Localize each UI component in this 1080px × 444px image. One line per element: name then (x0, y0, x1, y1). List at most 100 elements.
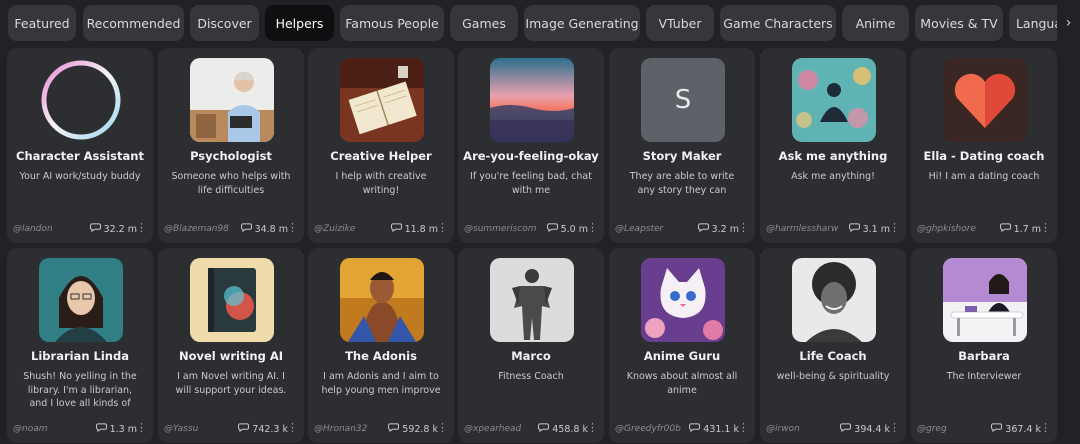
character-name[interactable]: Character Assistant (11, 149, 149, 163)
character-card-the-adonis[interactable]: The Adonis I am Adonis and I aim to help … (308, 248, 454, 443)
character-card-ask-me-anything[interactable]: Ask me anything Ask me anything! @harmless… (760, 48, 906, 243)
character-card-are-you-feeling-okay[interactable]: Are-you-feeling-okay If you're feeling ba… (458, 48, 604, 243)
character-name[interactable]: Marco (462, 349, 600, 363)
character-name[interactable]: Are-you-feeling-okay (462, 149, 600, 163)
more-options-icon[interactable]: ⋮ (287, 222, 298, 234)
avatar[interactable] (190, 258, 274, 342)
author-handle[interactable]: @landon (13, 224, 53, 234)
avatar[interactable] (340, 58, 424, 142)
avatar[interactable] (490, 258, 574, 342)
chat-count: 34.8 m (240, 223, 288, 235)
tab-anime[interactable]: Anime (842, 5, 909, 41)
tab-game-characters[interactable]: Game Characters (720, 5, 836, 41)
author-handle[interactable]: @ghpkishore (917, 224, 976, 234)
character-card-barbara[interactable]: Barbara The Interviewer @greg 367.4 k ⋮ (911, 248, 1057, 443)
character-name[interactable]: Barbara (915, 349, 1053, 363)
avatar[interactable] (340, 258, 424, 342)
character-name[interactable]: Anime Guru (613, 349, 751, 363)
author-handle[interactable]: @Leapster (615, 224, 663, 234)
chat-count: 3.1 m (848, 223, 890, 235)
avatar[interactable] (490, 58, 574, 142)
more-options-icon[interactable]: ⋮ (889, 422, 900, 434)
character-card-psychologist[interactable]: Psychologist Someone who helps with life … (158, 48, 304, 243)
character-name[interactable]: Ella - Dating coach (915, 149, 1053, 163)
author-handle[interactable]: @xpearhead (464, 424, 521, 434)
more-options-icon[interactable]: ⋮ (1040, 422, 1051, 434)
character-card-anime-guru[interactable]: Anime Guru Knows about almost all anime @G… (609, 248, 755, 443)
character-card-story-maker[interactable]: S Story Maker They are able to write any s… (609, 48, 755, 243)
tab-vtuber[interactable]: VTuber (646, 5, 714, 41)
avatar[interactable]: S (641, 58, 725, 142)
more-options-icon[interactable]: ⋮ (437, 222, 448, 234)
more-options-icon[interactable]: ⋮ (136, 422, 147, 434)
author-handle[interactable]: @Hronan32 (314, 424, 367, 434)
tab-discover[interactable]: Discover (190, 5, 259, 41)
character-card-marco[interactable]: Marco Fitness Coach @xpearhead 458.8 k ⋮ (458, 248, 604, 443)
more-options-icon[interactable]: ⋮ (136, 222, 147, 234)
chat-count-value: 394.4 k (854, 423, 890, 435)
character-card-librarian-linda[interactable]: Librarian Linda Shush! No yelling in the … (7, 248, 153, 443)
more-options-icon[interactable]: ⋮ (738, 422, 749, 434)
character-name[interactable]: Psychologist (162, 149, 300, 163)
tab-games[interactable]: Games (450, 5, 518, 41)
avatar[interactable] (943, 258, 1027, 342)
character-description: If you're feeling bad, chat with me (470, 171, 592, 196)
more-options-icon[interactable]: ⋮ (738, 222, 749, 234)
tab-featured[interactable]: Featured (8, 5, 76, 41)
chat-count-value: 592.8 k (402, 423, 438, 435)
character-card-novel-writing-ai[interactable]: Novel writing AI I am Novel writing AI. I… (158, 248, 304, 443)
author-handle[interactable]: @Zuizike (314, 224, 355, 234)
author-handle[interactable]: @summeriscom (464, 224, 537, 234)
tab-image-generating[interactable]: Image Generating (524, 5, 640, 41)
character-description: The Interviewer (946, 371, 1022, 382)
more-options-icon[interactable]: ⋮ (889, 222, 900, 234)
scroll-right-arrow-icon[interactable]: › (1057, 5, 1080, 41)
avatar[interactable] (39, 258, 123, 342)
character-card-life-coach[interactable]: Life Coach well-being & spirituality @irwo… (760, 248, 906, 443)
author-handle[interactable]: @harmlessharw (766, 224, 838, 234)
author-handle[interactable]: @irwon (766, 424, 800, 434)
chat-bubble-icon (991, 423, 1003, 435)
avatar[interactable] (641, 258, 725, 342)
more-options-icon[interactable]: ⋮ (1040, 222, 1051, 234)
more-options-icon[interactable]: ⋮ (437, 422, 448, 434)
avatar[interactable] (792, 58, 876, 142)
chat-count: 742.3 k (238, 423, 288, 435)
character-card-ella-dating-coach[interactable]: Ella - Dating coach Hi! I am a dating coa… (911, 48, 1057, 243)
character-name[interactable]: Story Maker (613, 149, 751, 163)
character-card-creative-helper[interactable]: Creative Helper I help with creative writ… (308, 48, 454, 243)
chat-count: 1.7 m (999, 223, 1041, 235)
author-handle[interactable]: @Greedyfr00b (615, 424, 681, 434)
more-options-icon[interactable]: ⋮ (587, 222, 598, 234)
character-name[interactable]: Ask me anything (764, 149, 902, 163)
character-name[interactable]: Life Coach (764, 349, 902, 363)
character-description: They are able to write any story they ca… (629, 171, 735, 196)
more-options-icon[interactable]: ⋮ (287, 422, 298, 434)
character-description: Fitness Coach (498, 371, 564, 382)
character-description: Hi! I am a dating coach (928, 171, 1040, 182)
character-card-character-assistant[interactable]: Character Assistant Your AI work/study bu… (7, 48, 153, 243)
chat-count-value: 3.1 m (862, 223, 890, 235)
tab-famous-people[interactable]: Famous People (340, 5, 444, 41)
more-options-icon[interactable]: ⋮ (587, 422, 598, 434)
author-handle[interactable]: @noam (13, 424, 48, 434)
tab-movies-tv[interactable]: Movies & TV (915, 5, 1003, 41)
tab-recommended[interactable]: Recommended (83, 5, 184, 41)
avatar[interactable] (190, 58, 274, 142)
character-name[interactable]: Novel writing AI (162, 349, 300, 363)
avatar[interactable] (39, 58, 123, 142)
character-name[interactable]: Librarian Linda (11, 349, 149, 363)
character-name[interactable]: Creative Helper (312, 149, 450, 163)
chat-bubble-icon (238, 423, 250, 435)
avatar[interactable] (792, 258, 876, 342)
character-name[interactable]: The Adonis (312, 349, 450, 363)
chat-count: 592.8 k (388, 423, 438, 435)
author-handle[interactable]: @Blazeman98 (164, 224, 229, 234)
character-description: well-being & spirituality (776, 371, 890, 382)
tab-helpers[interactable]: Helpers (265, 5, 334, 41)
chat-count-value: 11.8 m (404, 223, 438, 235)
avatar[interactable] (943, 58, 1027, 142)
character-description: I am Adonis and I aim to help young men … (321, 371, 441, 396)
author-handle[interactable]: @Yassu (164, 424, 198, 434)
author-handle[interactable]: @greg (917, 424, 947, 434)
